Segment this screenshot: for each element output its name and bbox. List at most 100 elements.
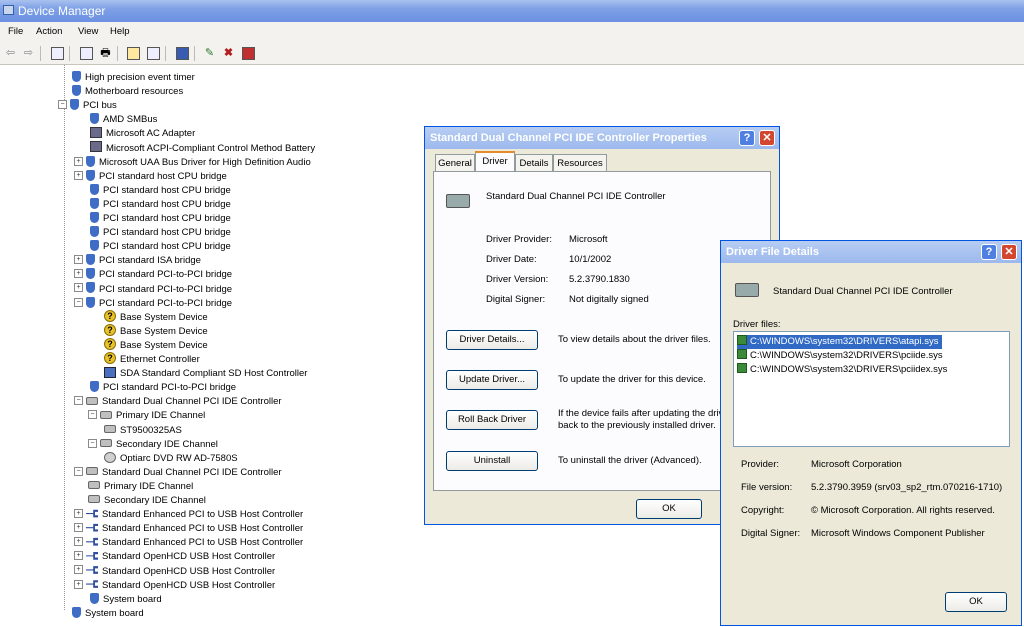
close-button[interactable]: ✕ (1001, 244, 1017, 260)
ok-button[interactable]: OK (636, 499, 702, 519)
tree-item[interactable]: ? Base System Device (104, 310, 208, 325)
show-hide-console-tree-icon[interactable] (51, 47, 64, 60)
tree-item[interactable]: + PCI standard PCI-to-PCI bridge (74, 268, 232, 282)
tree-item-label: ST9500325AS (120, 424, 182, 436)
tree-item[interactable]: PCI standard host CPU bridge (90, 226, 231, 240)
driver-details-button[interactable]: Driver Details... (446, 330, 538, 350)
view-icon[interactable] (147, 47, 160, 60)
collapse-icon[interactable]: − (88, 438, 97, 448)
ok-button[interactable]: OK (945, 592, 1007, 612)
driver-file-item[interactable]: C:\WINDOWS\system32\DRIVERS\pciidex.sys (737, 363, 951, 377)
disable-device-icon[interactable] (242, 47, 255, 60)
driver-files-list[interactable]: C:\WINDOWS\system32\DRIVERS\atapi.sys C:… (733, 331, 1010, 447)
back-arrow-icon[interactable]: ⇦ (4, 47, 17, 60)
tree-item[interactable]: − PCI bus (58, 99, 117, 113)
scan-hardware-icon[interactable] (176, 47, 189, 60)
close-button[interactable]: ✕ (759, 130, 775, 146)
tree-item[interactable]: − Standard Dual Channel PCI IDE Controlle… (74, 395, 282, 409)
device-icon (90, 197, 99, 209)
help-button[interactable]: ? (981, 244, 997, 260)
collapse-icon[interactable]: − (74, 466, 83, 476)
expand-icon[interactable]: + (74, 523, 83, 533)
tree-item[interactable]: − Standard Dual Channel PCI IDE Controlle… (74, 466, 282, 480)
tree-item[interactable]: High precision event timer (72, 70, 195, 85)
tab-general[interactable]: General (435, 154, 475, 171)
menu-view[interactable]: View (78, 22, 98, 42)
collapse-icon[interactable]: − (88, 410, 97, 420)
properties-icon[interactable] (80, 47, 93, 60)
expand-icon[interactable]: + (74, 283, 83, 293)
tree-item[interactable]: PCI standard host CPU bridge (90, 211, 231, 226)
tree-item[interactable]: System board (90, 592, 162, 607)
tree-item[interactable]: Primary IDE Channel (88, 480, 193, 494)
tree-item[interactable]: ST9500325AS (104, 424, 182, 438)
tree-item-label: System board (103, 593, 162, 605)
update-driver-button[interactable]: Update Driver... (446, 370, 538, 390)
roll-back-driver-button[interactable]: Roll Back Driver (446, 410, 538, 430)
expand-icon[interactable]: + (74, 565, 83, 575)
menu-help[interactable]: Help (110, 22, 130, 42)
tree-item-label: AMD SMBus (103, 114, 158, 126)
tree-item[interactable]: ? Ethernet Controller (104, 352, 200, 367)
tree-item[interactable]: + Standard Enhanced PCI to USB Host Contr… (74, 522, 303, 536)
menu-file[interactable]: File (8, 22, 23, 42)
print-icon[interactable]: 🖶 (99, 47, 112, 60)
tree-item[interactable]: + Standard Enhanced PCI to USB Host Contr… (74, 508, 303, 522)
menu-action[interactable]: Action (36, 22, 62, 42)
tree-item[interactable]: + PCI standard PCI-to-PCI bridge (74, 282, 232, 297)
driver-file-item[interactable]: C:\WINDOWS\system32\DRIVERS\atapi.sys (737, 335, 943, 349)
tree-guide-line (64, 65, 65, 610)
expand-icon[interactable]: + (74, 170, 83, 180)
forward-arrow-icon[interactable]: ⇨ (22, 47, 35, 60)
tree-item[interactable]: Microsoft ACPI-Compliant Control Method … (90, 141, 315, 156)
expand-icon[interactable]: + (74, 509, 83, 519)
expand-icon[interactable]: + (74, 156, 83, 166)
tree-item[interactable]: − Secondary IDE Channel (88, 438, 218, 452)
tree-item[interactable]: AMD SMBus (90, 113, 157, 127)
toolbar-separator (40, 46, 41, 61)
tree-item[interactable]: − Primary IDE Channel (88, 409, 205, 423)
tree-item[interactable]: + Standard OpenHCD USB Host Controller (74, 550, 275, 564)
tab-driver[interactable]: Driver (475, 151, 515, 172)
collapse-icon[interactable]: − (74, 297, 83, 307)
collapse-icon[interactable]: − (58, 100, 67, 110)
tab-resources[interactable]: Resources (553, 154, 607, 171)
tree-item-label: PCI standard PCI-to-PCI bridge (103, 382, 237, 394)
tree-item[interactable]: SDA Standard Compliant SD Host Controlle… (104, 367, 307, 381)
tree-item[interactable]: + Microsoft UAA Bus Driver for High Defin… (74, 155, 311, 170)
uninstall-button[interactable]: Uninstall (446, 451, 538, 471)
tree-item[interactable]: + PCI standard host CPU bridge (74, 169, 227, 184)
device-manager-icon (3, 5, 14, 15)
tree-item[interactable]: PCI standard PCI-to-PCI bridge (90, 381, 236, 395)
tree-item[interactable]: − PCI standard PCI-to-PCI bridge (74, 296, 232, 311)
driver-file-item[interactable]: C:\WINDOWS\system32\DRIVERS\pciide.sys (737, 349, 947, 363)
tree-item[interactable]: + Standard Enhanced PCI to USB Host Contr… (74, 536, 303, 550)
update-driver-icon[interactable]: ✎ (203, 47, 216, 60)
expand-icon[interactable]: + (74, 269, 83, 279)
tree-item[interactable]: Optiarc DVD RW AD-7580S (104, 451, 238, 466)
tree-item[interactable]: ? Base System Device (104, 338, 208, 353)
tree-item[interactable]: + Standard OpenHCD USB Host Controller (74, 579, 275, 593)
uninstall-icon[interactable]: ✖ (222, 47, 235, 60)
expand-icon[interactable]: + (74, 537, 83, 547)
tab-details[interactable]: Details (515, 154, 553, 171)
tree-item[interactable]: Secondary IDE Channel (88, 494, 206, 508)
tree-item[interactable]: + PCI standard ISA bridge (74, 254, 201, 268)
help-icon[interactable] (127, 47, 140, 60)
collapse-icon[interactable]: − (74, 396, 83, 406)
tree-item[interactable]: Microsoft AC Adapter (90, 127, 195, 141)
tree-item-label: Standard OpenHCD USB Host Controller (102, 565, 276, 577)
ide-channel-icon (88, 495, 100, 504)
tree-item[interactable]: ? Base System Device (104, 324, 208, 339)
tree-item[interactable]: System board (72, 606, 144, 621)
tree-item[interactable]: PCI standard host CPU bridge (90, 183, 231, 198)
tree-item[interactable]: PCI standard host CPU bridge (90, 240, 231, 254)
usb-icon (86, 552, 98, 560)
expand-icon[interactable]: + (74, 255, 83, 265)
expand-icon[interactable]: + (74, 579, 83, 589)
tree-item[interactable]: + Standard OpenHCD USB Host Controller (74, 565, 275, 579)
tree-item[interactable]: PCI standard host CPU bridge (90, 197, 231, 212)
expand-icon[interactable]: + (74, 551, 83, 561)
tree-item[interactable]: Motherboard resources (72, 85, 183, 99)
help-button[interactable]: ? (739, 130, 755, 146)
